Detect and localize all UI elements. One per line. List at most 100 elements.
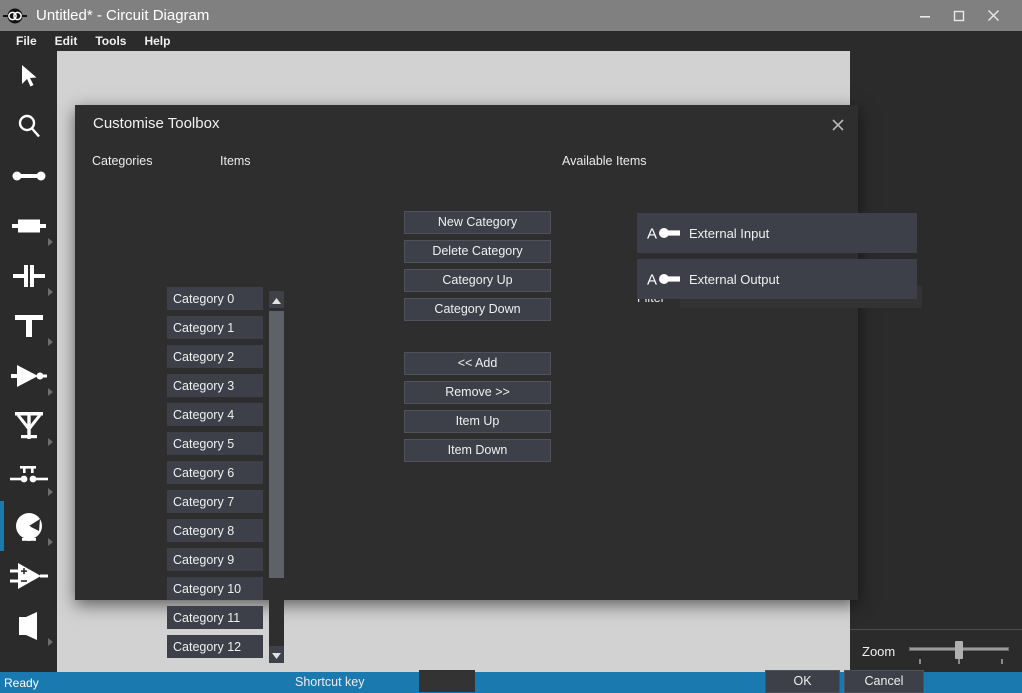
categories-heading: Categories — [92, 154, 153, 168]
sidebar-item-capacitor[interactable] — [0, 251, 57, 301]
flyout-caret-icon — [48, 338, 53, 346]
close-icon — [987, 10, 999, 21]
flyout-caret-icon — [48, 638, 53, 646]
scrollbar-thumb[interactable] — [269, 311, 284, 578]
list-item[interactable]: A External Output — [637, 259, 917, 299]
list-item[interactable]: Category 4 — [167, 403, 263, 426]
menu-help[interactable]: Help — [135, 31, 179, 51]
zoom-tick — [958, 659, 961, 664]
flyout-caret-icon — [48, 388, 53, 396]
scroll-down-button[interactable] — [269, 646, 284, 663]
zoom-tick — [919, 659, 922, 664]
status-text: Ready — [4, 675, 39, 690]
cursor-arrow-icon — [19, 64, 39, 88]
wire-icon — [12, 169, 46, 183]
sidebar-item-meter[interactable] — [0, 501, 57, 551]
sidebar-item-zoom[interactable] — [0, 101, 57, 151]
sidebar-item-buffer[interactable] — [0, 351, 57, 401]
flyout-caret-icon — [48, 438, 53, 446]
antenna-icon — [13, 411, 45, 441]
external-input-icon: A — [647, 223, 685, 243]
minimize-button[interactable] — [908, 0, 942, 31]
list-item[interactable]: Category 9 — [167, 548, 263, 571]
list-item[interactable]: Category 10 — [167, 577, 263, 600]
sidebar-item-speaker[interactable] — [0, 601, 57, 651]
svg-text:A: A — [647, 272, 657, 289]
speaker-icon — [14, 611, 44, 641]
sidebar-item-antenna[interactable] — [0, 401, 57, 451]
meter-gauge-icon — [12, 509, 46, 543]
right-panel: Zoom — [850, 51, 1022, 672]
list-item-label: External Input — [689, 225, 770, 241]
list-item[interactable]: Category 3 — [167, 374, 263, 397]
maximize-icon — [953, 10, 965, 21]
remove-item-button[interactable]: Remove >> — [404, 381, 551, 404]
maximize-button[interactable] — [942, 0, 976, 31]
list-item[interactable]: Category 7 — [167, 490, 263, 513]
dialog-title: Customise Toolbox — [93, 115, 220, 132]
zoom-tick — [1001, 659, 1004, 664]
list-item[interactable]: Category 12 — [167, 635, 263, 658]
menu-edit[interactable]: Edit — [46, 31, 87, 51]
menu-file[interactable]: File — [7, 31, 46, 51]
flyout-caret-icon — [48, 538, 53, 546]
list-item-label: External Output — [689, 271, 780, 287]
zoom-slider-thumb[interactable] — [955, 641, 964, 659]
new-category-button[interactable]: New Category — [404, 211, 551, 234]
categories-scrollbar[interactable] — [269, 291, 284, 663]
window-title: Untitled* - Circuit Diagram — [36, 7, 210, 24]
add-item-button[interactable]: << Add — [404, 352, 551, 375]
sidebar-item-resistor[interactable] — [0, 201, 57, 251]
list-item[interactable]: Category 2 — [167, 345, 263, 368]
capacitor-icon — [12, 263, 46, 289]
resistor-icon — [11, 217, 47, 235]
tool-sidebar — [0, 51, 57, 672]
category-down-button[interactable]: Category Down — [404, 298, 551, 321]
dialog-close-button[interactable] — [827, 114, 849, 136]
menu-tools[interactable]: Tools — [86, 31, 135, 51]
svg-text:A: A — [647, 226, 657, 243]
close-icon — [832, 119, 844, 131]
items-heading: Items — [220, 154, 251, 168]
customise-toolbox-dialog: Customise Toolbox Categories Items Avail… — [75, 105, 924, 693]
switch-icon — [9, 465, 49, 487]
sidebar-item-wire[interactable] — [0, 151, 57, 201]
title-bar: Untitled* - Circuit Diagram — [0, 0, 1022, 31]
list-item[interactable]: Category 0 — [167, 287, 263, 310]
buffer-triangle-icon — [10, 363, 47, 389]
minimize-icon — [920, 15, 930, 18]
sidebar-item-junction[interactable] — [0, 301, 57, 351]
categories-list[interactable]: Category 0 Category 1 Category 2 Categor… — [167, 287, 263, 665]
delete-category-button[interactable]: Delete Category — [404, 240, 551, 263]
t-junction-icon — [12, 313, 46, 339]
external-output-icon: A — [647, 269, 685, 289]
magnifier-icon — [16, 113, 42, 139]
ok-button[interactable]: OK — [765, 670, 840, 693]
sidebar-item-opamp[interactable] — [0, 551, 57, 601]
op-amp-icon — [9, 562, 48, 590]
flyout-caret-icon — [48, 288, 53, 296]
shortcut-key-input[interactable] — [419, 670, 475, 692]
scroll-up-arrow-icon — [272, 291, 281, 309]
sidebar-item-switch[interactable] — [0, 451, 57, 501]
zoom-control: Zoom — [850, 629, 1022, 672]
menu-bar: File Edit Tools Help — [0, 31, 1022, 51]
list-item[interactable]: Category 8 — [167, 519, 263, 542]
item-down-button[interactable]: Item Down — [404, 439, 551, 462]
list-item[interactable]: Category 5 — [167, 432, 263, 455]
scroll-up-button[interactable] — [269, 291, 284, 308]
zoom-slider[interactable] — [909, 640, 1010, 664]
item-up-button[interactable]: Item Up — [404, 410, 551, 433]
category-up-button[interactable]: Category Up — [404, 269, 551, 292]
scroll-down-arrow-icon — [272, 646, 281, 664]
close-button[interactable] — [976, 0, 1010, 31]
flyout-caret-icon — [48, 488, 53, 496]
list-item[interactable]: Category 6 — [167, 461, 263, 484]
flyout-caret-icon — [48, 238, 53, 246]
list-item[interactable]: Category 11 — [167, 606, 263, 629]
list-item[interactable]: Category 1 — [167, 316, 263, 339]
zoom-label: Zoom — [862, 643, 896, 659]
cancel-button[interactable]: Cancel — [844, 670, 924, 693]
sidebar-item-select[interactable] — [0, 51, 57, 101]
list-item[interactable]: A External Input — [637, 213, 917, 253]
